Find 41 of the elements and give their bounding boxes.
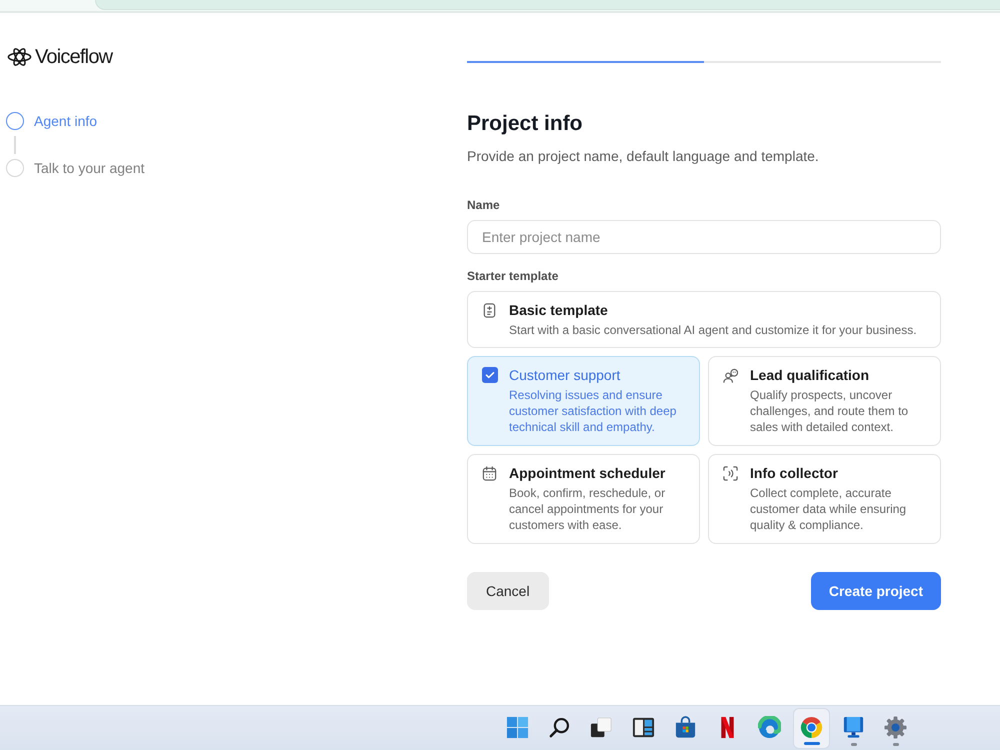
template-description: Book, confirm, reschedule, or cancel appointments for your customers with ease. <box>509 485 666 533</box>
template-description: Resolving issues and ensure customer satisfaction with deep technical skill and empathy. <box>509 387 678 435</box>
template-card[interactable]: Info collector Collect complete, accurate customer data while ensuring quality & compliance. <box>708 454 941 544</box>
field-label: Name <box>467 197 501 213</box>
name-input-field[interactable]: Enter project name <box>467 220 941 254</box>
scan-frame-icon <box>723 466 738 481</box>
template-description: Qualify prospects, uncover challenges, and route them to sales with detailed context. <box>750 387 910 435</box>
template-title: Basic template <box>509 301 609 319</box>
step-label[interactable]: Talk to your agent <box>34 160 145 176</box>
shopping-bag-icon[interactable] <box>674 716 697 739</box>
step-connector <box>14 136 16 154</box>
secondary-button[interactable]: Cancel <box>467 572 549 610</box>
template-card[interactable]: Lead qualification Qualify prospects, uncover challenges, and route them to sales with detailed context. <box>708 356 941 446</box>
template-description: Collect complete, accurate customer data while ensuring quality & compliance. <box>750 485 908 533</box>
document-icon <box>482 303 497 318</box>
template-card[interactable]: Basic template Start with a basic conversational AI agent and customize it for your business. <box>467 291 941 348</box>
template-card[interactable]: Appointment scheduler Book, confirm, reschedule, or cancel appointments for your customers with ease. <box>467 454 700 544</box>
template-title: Lead qualification <box>750 366 870 384</box>
monitor-icon[interactable] <box>842 716 865 739</box>
panels-icon[interactable] <box>632 716 655 739</box>
logo-icon <box>7 47 32 67</box>
template-card[interactable]: Customer support Resolving issues and ensure customer satisfaction with deep technical skill and empathy. <box>467 356 700 446</box>
template-description: Start with a basic conversational AI agent and customize it for your business. <box>509 322 917 338</box>
brand-name: Voiceflow <box>35 46 112 68</box>
overlapping-squares-icon[interactable] <box>590 716 613 739</box>
taskbar-button[interactable] <box>794 709 829 748</box>
circle-logo-icon[interactable] <box>800 716 823 739</box>
template-title: Customer support <box>509 366 622 384</box>
settings-icon[interactable] <box>884 716 907 739</box>
template-title: Info collector <box>750 464 839 482</box>
page-subtitle: Provide an project name, default language and template. <box>467 147 820 165</box>
calendar-icon <box>482 466 497 481</box>
person-chat-icon <box>723 368 738 383</box>
search-icon[interactable] <box>548 716 571 739</box>
swirl-icon[interactable] <box>758 716 781 739</box>
section-label: Starter template <box>467 268 560 284</box>
primary-button[interactable]: Create project <box>810 572 941 610</box>
checkbox[interactable] <box>482 367 498 383</box>
template-title: Appointment scheduler <box>509 464 666 482</box>
four-panes-icon[interactable] <box>506 716 529 739</box>
page-title: Project info <box>467 111 584 137</box>
